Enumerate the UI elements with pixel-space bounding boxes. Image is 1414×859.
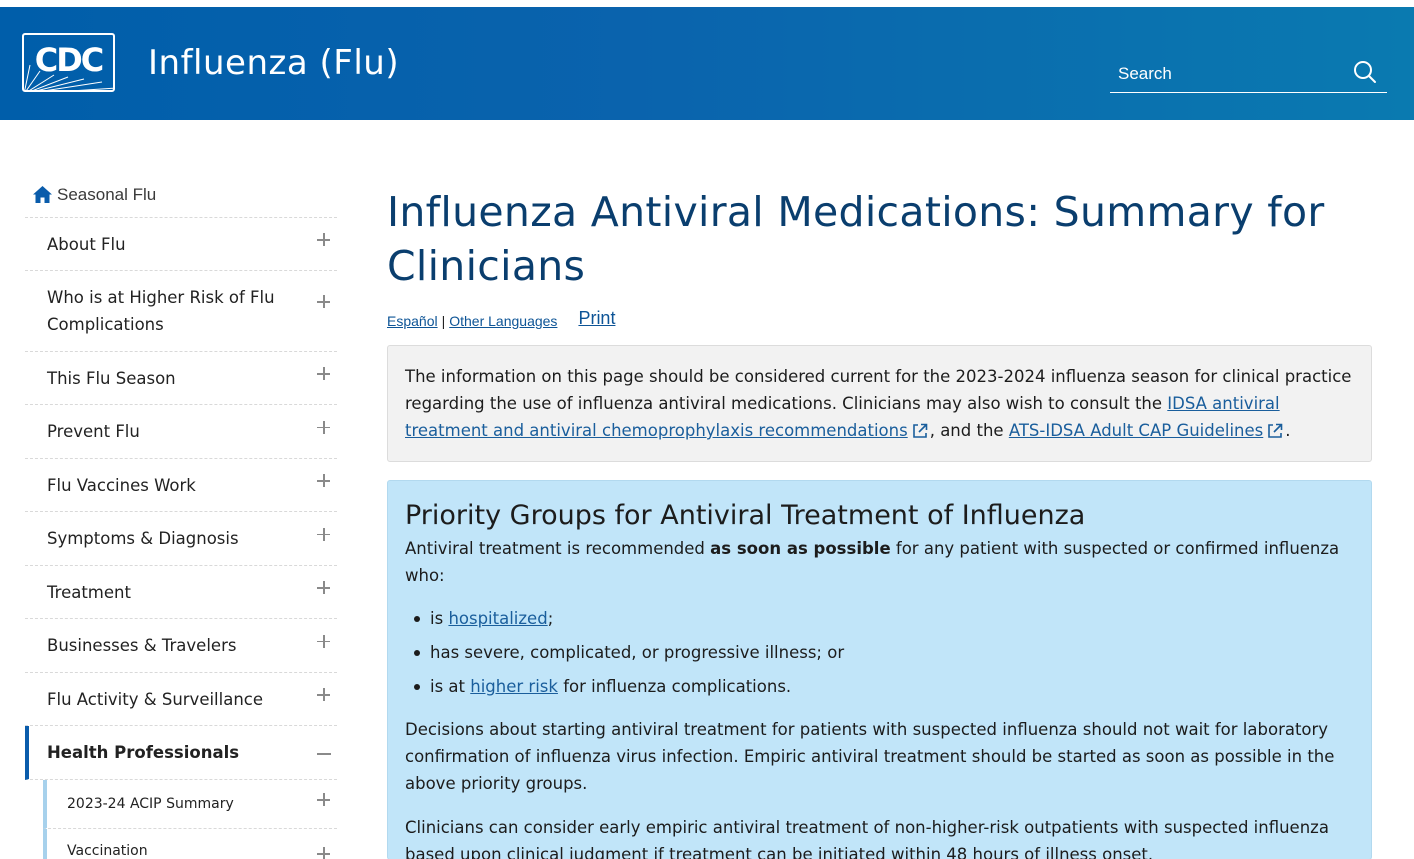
season-notice-text: The information on this page should be c… <box>405 363 1354 444</box>
list-item-text: is <box>430 609 449 628</box>
main-content: Influenza Antiviral Medications: Summary… <box>387 185 1372 859</box>
sidebar-item-flu-vaccines-work[interactable]: Flu Vaccines Work <box>25 459 337 512</box>
notice-text: . <box>1285 421 1291 440</box>
sidebar-item-label: Flu Activity & Surveillance <box>47 689 264 709</box>
list-item: has severe, complicated, or progressive … <box>405 639 1354 666</box>
sidebar-item-label: Businesses & Travelers <box>47 636 237 655</box>
sidebar-subitem-label: 2023-24 ACIP Summary <box>67 796 234 812</box>
priority-groups-list: is hospitalized; has severe, complicated… <box>405 605 1354 700</box>
sidebar-item-label: Flu Vaccines Work <box>47 475 196 495</box>
sidebar-item-symptoms-diagnosis[interactable]: Symptoms & Diagnosis <box>25 512 337 566</box>
language-links: Español | Other Languages Print <box>387 307 1372 337</box>
sidebar-item-label: About Flu <box>47 234 126 254</box>
list-item: is at higher risk for influenza complica… <box>405 673 1354 700</box>
sidebar-nav: Seasonal Flu About Flu Who is at Higher … <box>25 172 337 859</box>
list-item-text: for influenza complications. <box>557 677 792 696</box>
sidebar-item-label: Symptoms & Diagnosis <box>47 529 239 548</box>
plus-icon[interactable] <box>317 581 331 595</box>
plus-icon[interactable] <box>317 233 331 247</box>
sidebar-subitem-label: Vaccination <box>67 843 148 859</box>
sidebar-item-this-flu-season[interactable]: This Flu Season <box>25 352 337 405</box>
home-icon <box>33 186 52 203</box>
language-separator: | <box>441 313 446 329</box>
plus-icon[interactable] <box>317 420 331 435</box>
ats-idsa-cap-link[interactable]: ATS-IDSA Adult CAP Guidelines <box>1009 421 1263 440</box>
sidebar-item-label: Who is at Higher Risk of Flu Complicatio… <box>47 288 275 334</box>
intro-emphasis: as soon as possible <box>710 539 891 558</box>
sidebar-item-businesses-travelers[interactable]: Businesses & Travelers <box>25 619 337 673</box>
site-header: CDC Influenza (Flu) <box>0 7 1414 120</box>
sidebar-home-link[interactable]: Seasonal Flu <box>25 172 337 218</box>
plus-icon[interactable] <box>317 367 331 381</box>
search-button[interactable] <box>1352 59 1378 85</box>
sidebar-item-label: Treatment <box>47 582 131 602</box>
logo-text: CDC <box>34 41 105 79</box>
sidebar-item-higher-risk[interactable]: Who is at Higher Risk of Flu Complicatio… <box>25 271 337 352</box>
plus-icon[interactable] <box>317 634 331 649</box>
list-item-text: ; <box>547 609 554 628</box>
higher-risk-link[interactable]: higher risk <box>470 677 558 696</box>
site-title[interactable]: Influenza (Flu) <box>148 43 399 83</box>
sidebar-item-treatment[interactable]: Treatment <box>25 566 337 619</box>
outpatient-treatment-paragraph: Clinicians can consider early empiric an… <box>405 818 1329 859</box>
other-languages-link[interactable]: Other Languages <box>449 313 557 329</box>
sidebar-subitem-vaccination[interactable]: Vaccination <box>43 829 337 859</box>
sidebar-item-about-flu[interactable]: About Flu <box>25 218 337 271</box>
sidebar-item-health-professionals[interactable]: Health Professionals <box>25 726 337 780</box>
sidebar-subitem-acip-summary[interactable]: 2023-24 ACIP Summary <box>43 780 337 829</box>
intro-text: Antiviral treatment is recommended <box>405 539 711 558</box>
priority-intro: Antiviral treatment is recommended as so… <box>405 535 1354 589</box>
plus-icon[interactable] <box>317 793 331 807</box>
external-link-icon <box>1268 423 1283 438</box>
empiric-treatment-paragraph: Decisions about starting antiviral treat… <box>405 720 1335 793</box>
print-link[interactable]: Print <box>578 308 615 329</box>
sidebar-item-label: Prevent Flu <box>47 422 140 441</box>
plus-icon[interactable] <box>317 847 331 859</box>
sidebar-item-prevent-flu[interactable]: Prevent Flu <box>25 405 337 459</box>
page-title: Influenza Antiviral Medications: Summary… <box>387 188 1325 290</box>
espanol-link[interactable]: Español <box>387 313 438 329</box>
external-link-icon <box>912 423 928 438</box>
search-bar <box>1110 57 1387 93</box>
list-item: is hospitalized; <box>405 605 1354 632</box>
search-input[interactable] <box>1118 61 1338 87</box>
minus-icon[interactable] <box>317 752 331 755</box>
hospitalized-link[interactable]: hospitalized <box>448 609 547 628</box>
plus-icon[interactable] <box>317 295 331 309</box>
sidebar-home-label: Seasonal Flu <box>57 184 157 204</box>
plus-icon[interactable] <box>317 527 331 542</box>
search-icon <box>1354 61 1376 83</box>
sidebar-item-label: This Flu Season <box>47 368 176 388</box>
priority-groups-callout: Priority Groups for Antiviral Treatment … <box>387 480 1372 859</box>
notice-text: , and the <box>929 421 1009 440</box>
sidebar-item-flu-activity-surveillance[interactable]: Flu Activity & Surveillance <box>25 673 337 726</box>
list-item-text: has severe, complicated, or progressive … <box>430 643 845 662</box>
list-item-text: is at <box>430 677 471 696</box>
cdc-logo[interactable]: CDC <box>22 33 115 92</box>
sidebar-item-label: Health Professionals <box>47 743 240 762</box>
plus-icon[interactable] <box>317 474 331 488</box>
priority-groups-heading: Priority Groups for Antiviral Treatment … <box>405 500 1086 531</box>
plus-icon[interactable] <box>317 688 331 702</box>
season-notice-box: The information on this page should be c… <box>387 345 1372 462</box>
